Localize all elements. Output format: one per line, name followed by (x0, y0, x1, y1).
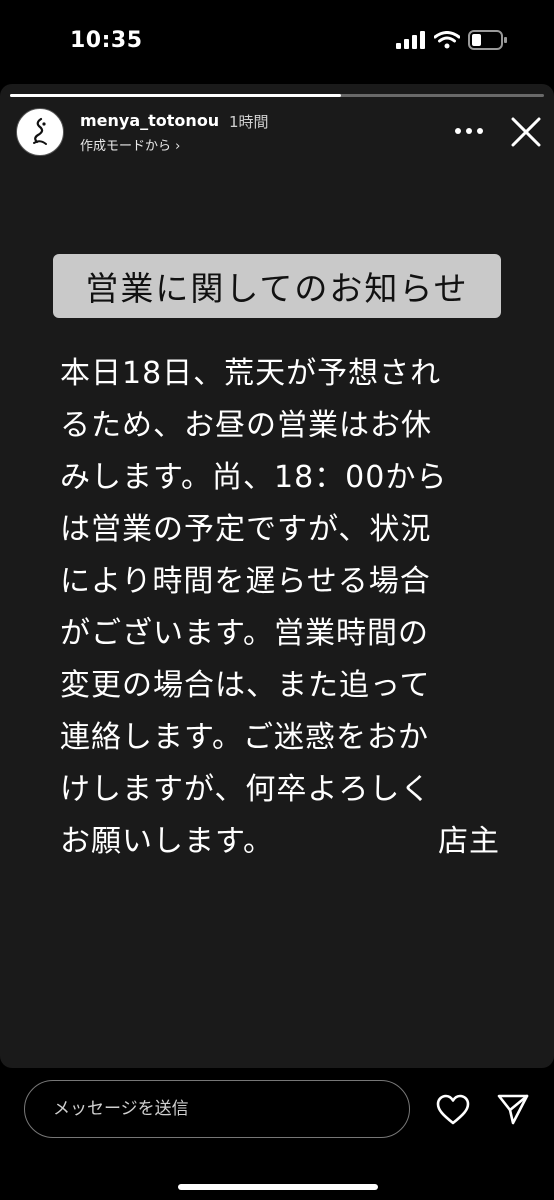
message-input[interactable] (24, 1080, 410, 1138)
signal-icon (396, 31, 425, 49)
notice-line: るため、お昼の営業はお休 (60, 408, 432, 443)
story-frame[interactable]: menya_totonou 1時間 作成モードから › 営業に関してのお知らせ … (0, 84, 554, 1068)
wifi-icon (434, 31, 460, 49)
notice-body: 本日18日、荒天が予想され るため、お昼の営業はお休 みします。尚、18：00か… (60, 348, 500, 868)
story-progress-fill (10, 94, 342, 97)
notice-line-last: お願いします。 店主 (60, 816, 500, 868)
avatar[interactable] (16, 108, 64, 156)
notice-line: けしますが、何卒よろしく (60, 772, 432, 807)
battery-icon (468, 30, 507, 50)
heart-icon[interactable] (436, 1094, 470, 1126)
send-icon[interactable] (496, 1092, 530, 1126)
status-icons (396, 30, 508, 50)
created-from-link[interactable]: 作成モードから › (80, 135, 180, 154)
notice-line: により時間を遅らせる場合 (60, 564, 431, 599)
reply-bar (0, 1068, 554, 1200)
signature: 店主 (438, 824, 500, 859)
story-progress-bar (10, 94, 544, 97)
notice-closing: お願いします。 (60, 824, 274, 859)
notice-title: 営業に関してのお知らせ (53, 254, 501, 318)
notice-line: 変更の場合は、また追って (60, 668, 431, 703)
post-time: 1時間 (229, 113, 269, 131)
notice-line: がございます。営業時間の (60, 616, 429, 651)
status-bar: 10:35 (0, 0, 554, 80)
home-indicator (178, 1184, 378, 1190)
notice-line: は営業の予定ですが、状況 (60, 512, 432, 547)
username[interactable]: menya_totonou (80, 111, 219, 130)
notice-line: みします。尚、18：00から (60, 460, 448, 495)
notice-line: 連絡します。ご迷惑をおか (60, 720, 429, 755)
notice-line: 本日18日、荒天が予想され (60, 356, 442, 391)
shop-logo-icon (33, 117, 47, 145)
status-time: 10:35 (70, 28, 143, 53)
close-icon[interactable] (506, 112, 546, 152)
more-icon[interactable] (454, 118, 484, 144)
